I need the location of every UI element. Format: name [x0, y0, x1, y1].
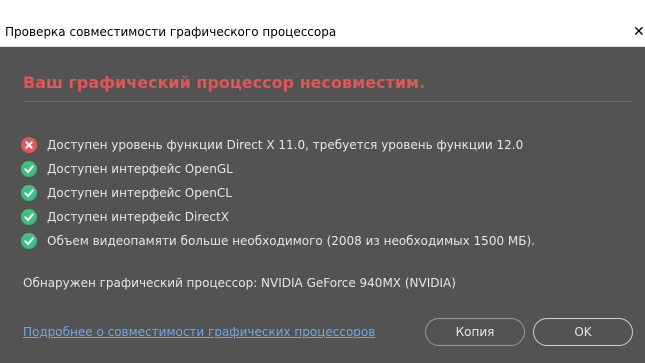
check-label: Доступен интерфейс OpenCL: [47, 186, 232, 200]
check-circle-icon: [21, 209, 37, 225]
compatibility-check-list: Доступен уровень функции Direct X 11.0, …: [21, 133, 535, 253]
check-item-opengl: Доступен интерфейс OpenGL: [21, 157, 535, 181]
check-label: Доступен интерфейс DirectX: [47, 210, 229, 224]
check-label: Доступен уровень функции Direct X 11.0, …: [47, 138, 524, 152]
check-label: Объем видеопамяти больше необходимого (2…: [47, 234, 535, 248]
check-circle-icon: [21, 185, 37, 201]
check-label: Доступен интерфейс OpenGL: [47, 162, 233, 176]
check-circle-icon: [21, 161, 37, 177]
dialog-window: Проверка совместимости графического проц…: [0, 0, 645, 363]
title-bar: Проверка совместимости графического проц…: [0, 0, 645, 47]
close-icon[interactable]: ✕: [633, 24, 645, 40]
copy-button[interactable]: Копия: [425, 318, 525, 346]
check-item-vram: Объем видеопамяти больше необходимого (2…: [21, 229, 535, 253]
learn-more-link[interactable]: Подробнее о совместимости графических пр…: [23, 325, 375, 339]
error-circle-icon: [21, 137, 37, 153]
error-heading: Ваш графический процессор несовместим.: [23, 73, 426, 92]
check-item-opencl: Доступен интерфейс OpenCL: [21, 181, 535, 205]
ok-button[interactable]: OK: [533, 318, 633, 346]
detected-gpu-text: Обнаружен графический процессор: NVIDIA …: [23, 276, 456, 290]
window-title: Проверка совместимости графического проц…: [5, 25, 337, 39]
check-circle-icon: [21, 233, 37, 249]
divider: [23, 101, 633, 102]
check-item-directx-level: Доступен уровень функции Direct X 11.0, …: [21, 133, 535, 157]
check-item-directx: Доступен интерфейс DirectX: [21, 205, 535, 229]
